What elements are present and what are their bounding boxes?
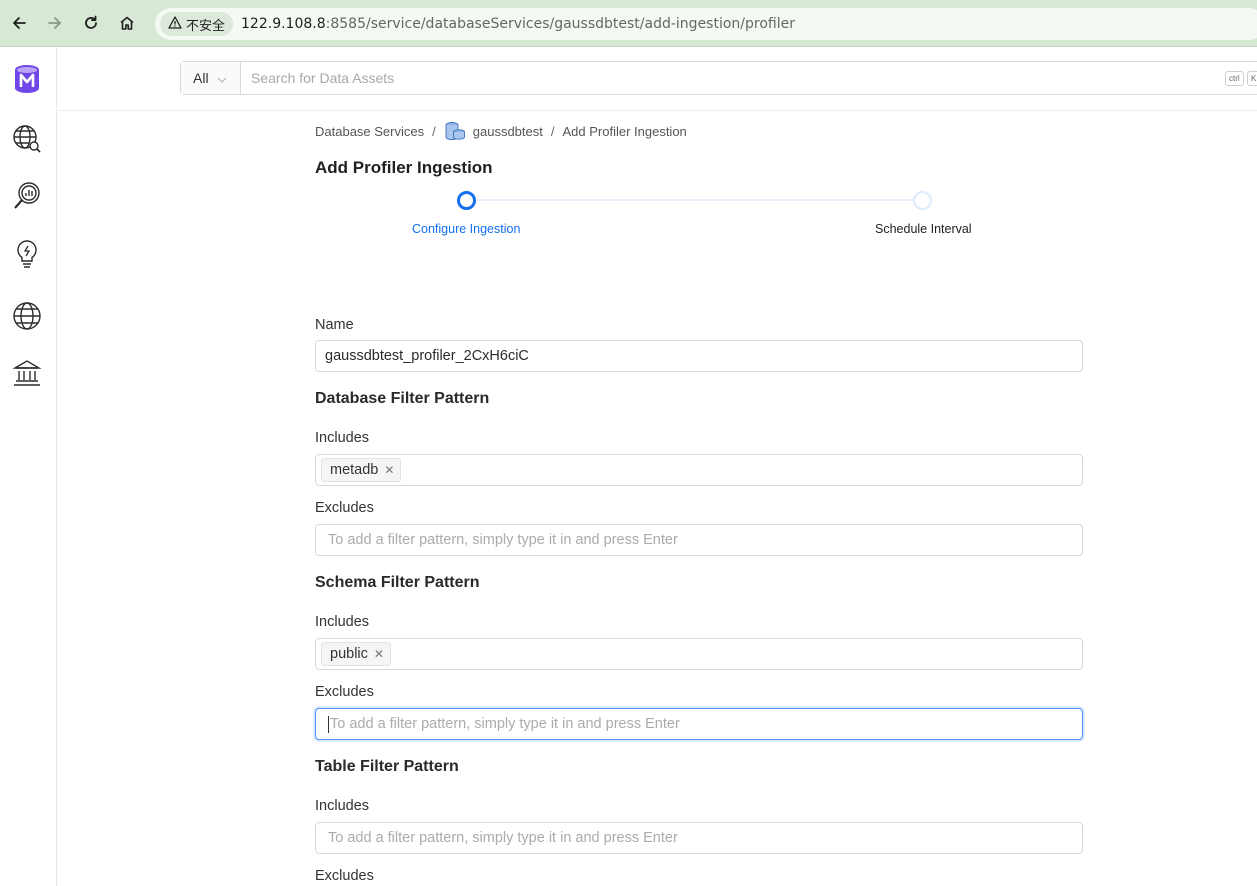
- schema-includes-label: Includes: [315, 614, 370, 630]
- global-search: All ctrl K: [180, 61, 1257, 95]
- filter-tag-label: metadb: [330, 462, 379, 478]
- schema-filter-title: Schema Filter Pattern: [315, 574, 480, 591]
- lightbulb-icon[interactable]: [10, 238, 44, 272]
- magnifier-chart-icon[interactable]: [10, 179, 44, 213]
- chevron-down-icon: [217, 70, 227, 86]
- table-includes-label: Includes: [315, 798, 370, 814]
- breadcrumb-separator: /: [550, 123, 555, 139]
- ingestion-stepper: Configure Ingestion Schedule Interval: [315, 191, 1085, 241]
- filter-tag: public ✕: [321, 642, 391, 666]
- security-indicator[interactable]: 不安全: [160, 12, 234, 36]
- security-label: 不安全: [186, 17, 226, 33]
- forward-arrow-icon[interactable]: [44, 12, 66, 34]
- step-schedule-interval-label: Schedule Interval: [875, 222, 972, 236]
- table-includes-placeholder: To add a filter pattern, simply type it …: [328, 830, 678, 846]
- breadcrumb-service[interactable]: gaussdbtest: [473, 124, 543, 139]
- browser-toolbar: 不安全 122.9.108.8:8585/service/databaseSer…: [0, 0, 1257, 47]
- schema-includes-field[interactable]: public ✕: [315, 638, 1083, 670]
- back-arrow-icon[interactable]: [8, 12, 30, 34]
- database-excludes-placeholder: To add a filter pattern, simply type it …: [328, 532, 678, 548]
- schema-excludes-placeholder: To add a filter pattern, simply type it …: [330, 716, 680, 732]
- stepper-connector: [477, 199, 914, 201]
- shortcut-ctrl-key: ctrl: [1225, 71, 1244, 86]
- bank-icon[interactable]: [10, 356, 44, 390]
- step-configure-ingestion-indicator: [457, 191, 476, 210]
- database-excludes-field[interactable]: To add a filter pattern, simply type it …: [315, 524, 1083, 556]
- table-excludes-label: Excludes: [315, 868, 374, 884]
- left-sidebar: [0, 48, 57, 886]
- text-caret: [328, 715, 329, 733]
- close-icon[interactable]: ✕: [384, 464, 394, 476]
- address-bar[interactable]: 不安全 122.9.108.8:8585/service/databaseSer…: [155, 8, 1257, 40]
- url-path: :8585/service/databaseServices/gaussdbte…: [325, 16, 795, 32]
- name-value: gaussdbtest_profiler_2CxH6ciC: [325, 348, 529, 364]
- database-includes-label: Includes: [315, 430, 370, 446]
- warning-triangle-icon: [168, 16, 182, 32]
- top-header: All ctrl K: [58, 48, 1257, 111]
- database-excludes-label: Excludes: [315, 500, 374, 516]
- database-icon: [444, 121, 466, 141]
- url-text: 122.9.108.8:8585/service/databaseService…: [241, 16, 795, 32]
- globe-icon[interactable]: [10, 299, 44, 333]
- filter-tag: metadb ✕: [321, 458, 402, 482]
- url-host: 122.9.108.8: [241, 16, 326, 32]
- database-includes-field[interactable]: metadb ✕: [315, 454, 1083, 486]
- table-includes-field[interactable]: To add a filter pattern, simply type it …: [315, 822, 1083, 854]
- breadcrumb-separator: /: [432, 123, 436, 139]
- shortcut-k-key: K: [1247, 71, 1257, 86]
- breadcrumb-database-services[interactable]: Database Services: [315, 124, 424, 139]
- openmetadata-logo-icon[interactable]: [10, 62, 44, 96]
- table-filter-title: Table Filter Pattern: [315, 758, 459, 775]
- step-schedule-interval-indicator: [913, 191, 932, 210]
- reload-icon[interactable]: [80, 12, 102, 34]
- home-icon[interactable]: [116, 12, 138, 34]
- name-label: Name: [315, 317, 354, 333]
- search-input[interactable]: [241, 63, 1257, 93]
- database-filter-title: Database Filter Pattern: [315, 390, 490, 407]
- schema-excludes-field[interactable]: To add a filter pattern, simply type it …: [315, 708, 1083, 740]
- search-scope-select[interactable]: All: [181, 62, 241, 94]
- breadcrumb: Database Services / gaussdbtest / Add Pr…: [315, 121, 687, 141]
- breadcrumb-current: Add Profiler Ingestion: [562, 123, 687, 139]
- step-configure-ingestion-label: Configure Ingestion: [412, 222, 521, 236]
- close-icon[interactable]: ✕: [374, 648, 384, 660]
- schema-excludes-label: Excludes: [315, 684, 374, 700]
- name-field[interactable]: gaussdbtest_profiler_2CxH6ciC: [315, 340, 1083, 372]
- filter-tag-label: public: [330, 646, 368, 662]
- page-title: Add Profiler Ingestion: [315, 158, 493, 177]
- globe-search-icon[interactable]: [10, 122, 44, 156]
- search-scope-label: All: [193, 70, 209, 86]
